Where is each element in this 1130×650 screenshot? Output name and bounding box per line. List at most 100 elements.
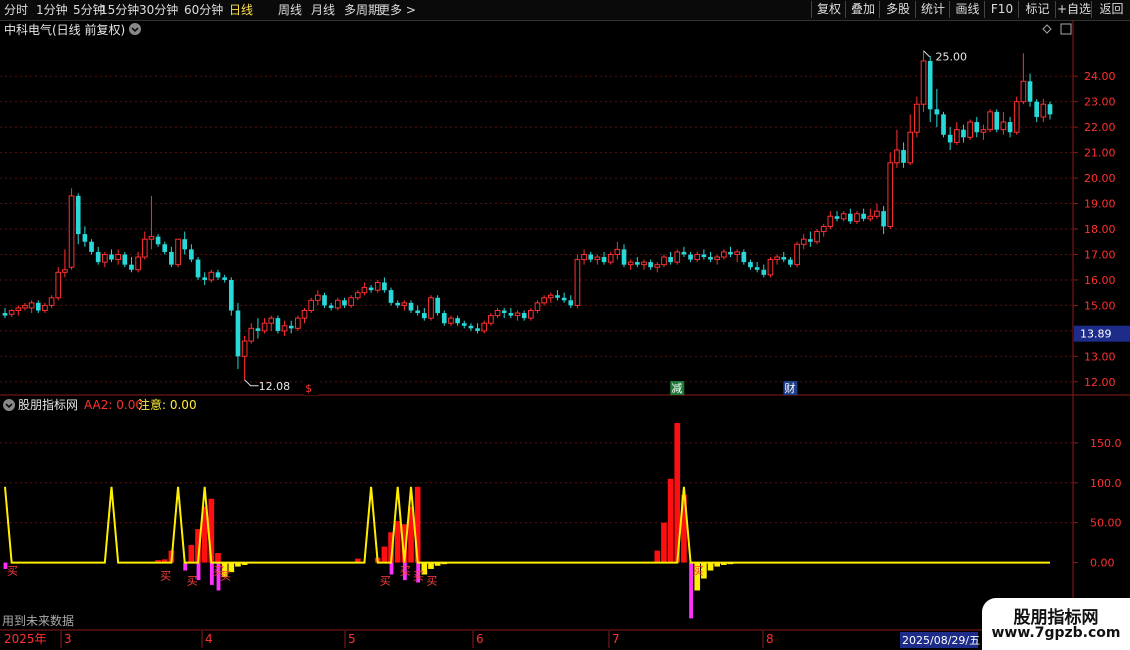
buy-label: 买 [400,565,411,578]
candle [422,307,427,321]
toolbar-button-8[interactable]: 返回 [1091,1,1130,18]
toolbar-button-6[interactable]: 标记 [1018,1,1056,18]
buy-label: 买 [7,565,18,578]
diamond-icon[interactable] [1042,24,1052,34]
period-tab-3[interactable]: 15分钟 [100,2,139,18]
current-price-tag: 13.89 [1080,328,1112,341]
candle [28,300,35,314]
price-tick-label: 17.00 [1084,248,1116,261]
indicator-gridlines [0,442,1073,524]
month-label: 3 [64,632,72,646]
price-tick-label: 19.00 [1084,198,1116,211]
month-label: 5 [348,632,356,646]
red-bar [215,552,221,563]
candle [82,226,88,247]
candle [781,251,787,263]
candle [641,259,647,270]
candle [708,251,713,263]
candle [941,111,946,138]
candle [674,249,681,265]
price-axis: 24.00 23.00 22.00 21.00 20.00 19.00 18.00 17.00… [1073,70,1130,389]
period-tab-0[interactable]: 分时 [4,2,28,18]
notice-value: 注意: 0.00 [138,397,197,412]
candle [461,320,467,329]
candle [189,244,194,263]
candle [794,241,800,268]
period-tab-8[interactable]: 月线 [311,2,335,18]
candle [627,259,634,270]
toolbar-button-5[interactable]: F10 [984,1,1019,18]
indicator-axis: 150.0 100.0 50.00 0.00 [1073,437,1122,570]
candle [334,297,341,311]
candle [348,295,354,308]
event-marker[interactable]: $ [305,382,312,395]
candle [834,211,840,222]
period-tab-7[interactable]: 周线 [278,2,302,18]
candle [621,244,627,268]
candle [581,249,587,265]
candle [894,129,900,168]
month-label: 7 [612,632,620,646]
candle [574,254,581,308]
candle [202,272,208,286]
indicator-title: 股朋指标网 [18,397,78,412]
low-arrow [244,379,259,387]
indicator-dropdown-icon[interactable] [3,399,15,411]
buy-label: 买 [413,570,424,583]
candle [847,208,853,224]
watermark-url: www.7gpzb.com [991,625,1121,641]
toolbar-button-0[interactable]: 复权 [811,1,846,18]
candle [235,302,241,370]
candle [408,300,414,314]
indicator-tick-label: 0.00 [1090,557,1115,570]
price-tick-label: 24.00 [1084,70,1116,83]
period-tab-6[interactable]: 日线 [229,2,253,18]
toolbar-button-4[interactable]: 画线 [949,1,985,18]
candle [1007,116,1013,138]
candle [867,208,874,222]
toolbar-button-2[interactable]: 多股 [879,1,916,18]
candle [681,246,687,258]
candle [109,249,114,263]
yellow-bar [707,562,714,571]
candle [527,307,534,321]
candle [568,295,574,308]
toolbar-button-1[interactable]: 叠加 [845,1,880,18]
candle [89,239,94,255]
candle [401,300,408,311]
candle [534,300,541,314]
candle [561,292,567,303]
candle [634,257,640,268]
period-tab-9[interactable]: 多周期 [344,2,380,18]
price-tick-label: 18.00 [1084,223,1116,236]
period-tab-1[interactable]: 1分钟 [36,2,68,18]
candle [455,315,460,326]
event-marker[interactable]: 减 [671,382,682,395]
candle [155,234,161,247]
title-dropdown-icon[interactable] [129,23,141,35]
candle [1034,99,1040,123]
candle [281,320,288,336]
candle [148,195,155,250]
future-data-note: 用到未来数据 [2,613,74,628]
toolbar-button-7[interactable]: +自选 [1055,1,1092,18]
candle [827,211,834,230]
watermark: 股朋指标网 www.7gpzb.com [982,598,1130,650]
candle [169,246,174,268]
period-tab-5[interactable]: 60分钟 [184,2,223,18]
candle [767,257,774,278]
toolbar-button-3[interactable]: 统计 [915,1,950,18]
indicator-series: 买买买买买 买买买买买 [3,422,1050,619]
panel-toggle-icon[interactable] [1060,23,1072,35]
price-tick-label: 23.00 [1084,96,1116,109]
aa2-value: AA2: 0.00 [84,398,143,412]
candle [1040,99,1047,123]
period-tab-10[interactable]: 更多 > [378,2,416,18]
candle [42,302,48,314]
main-panel-header: 中科电气(日线 前复权) [4,22,1072,37]
event-marker[interactable]: 财 [784,381,795,395]
price-tick-label: 15.00 [1084,299,1116,312]
candle [547,292,554,303]
candle [275,315,281,334]
period-tab-4[interactable]: 30分钟 [139,2,178,18]
